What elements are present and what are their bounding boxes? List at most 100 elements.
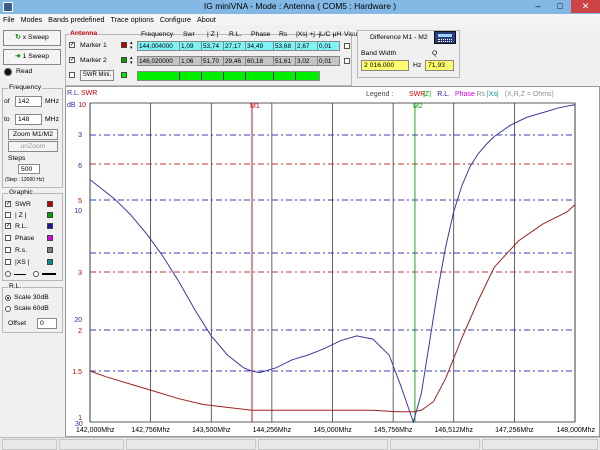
steps-label: Steps <box>8 155 26 162</box>
marker2-spin-icon[interactable]: ▴ ▾ <box>130 56 136 66</box>
swr-mini-checkbox[interactable] <box>69 72 75 78</box>
menu-file[interactable]: File <box>0 14 18 25</box>
title-bar: IG miniVNA - Mode : Antenna ( COM5 : Har… <box>0 0 600 14</box>
close-button[interactable]: ✕ <box>571 0 600 13</box>
marker2-color-swatch[interactable] <box>121 57 127 63</box>
marker1-checkbox[interactable]: ✓ <box>69 42 75 48</box>
rl-checkbox[interactable]: ✓ <box>5 223 11 229</box>
steps-input[interactable]: 500 <box>18 164 40 174</box>
scale-30db-radio[interactable] <box>5 295 11 301</box>
marker1-spin-icon[interactable]: ▴ ▾ <box>130 41 136 51</box>
marker1-values: 144,004000 1,09 53,74 27,17 34,49 53,68 … <box>137 41 340 51</box>
marker2-rl: 29,46 <box>224 57 246 66</box>
header-lc: L/C μH <box>320 31 342 38</box>
menu-trace-options[interactable]: Trace options <box>108 14 157 25</box>
swr-checkbox[interactable]: ✓ <box>5 201 11 207</box>
swr-mini-button[interactable]: SWR Mini. <box>80 70 114 81</box>
swr-tick-label: 20 <box>74 317 82 324</box>
phase-checkbox[interactable] <box>5 235 11 241</box>
xs-label: |XS | <box>15 259 30 266</box>
scale-60db-radio[interactable] <box>5 306 11 312</box>
z-checkbox[interactable] <box>5 212 11 218</box>
step-info: (Step : 12000 Hz) <box>5 177 45 183</box>
status-panel-6 <box>482 439 598 450</box>
marker1-lc: 0,01 <box>319 43 332 50</box>
rl-unit-label: dB <box>67 102 76 109</box>
swr-mini-separator <box>201 72 202 80</box>
q-label: Q <box>432 50 438 57</box>
xs-color-swatch[interactable] <box>47 259 53 265</box>
status-panel-5 <box>390 439 480 450</box>
swr-label: SWR <box>15 201 31 208</box>
swr-mini-separator <box>179 72 180 80</box>
rl-swr-chart: 142,000Mhz 142,756Mhz 143,500Mhz 144,256Mhz… <box>67 90 595 434</box>
x-sweep-button[interactable]: ↻ x Sweep <box>3 30 61 46</box>
line-style-radio-1[interactable] <box>5 271 11 277</box>
maximize-button[interactable]: □ <box>549 0 571 13</box>
marker-label: M2 <box>413 103 423 110</box>
menu-bar: File Modes Bands predefined Trace options Co… <box>0 14 600 25</box>
x-tick-label: 142,000Mhz <box>76 427 115 434</box>
marker2-swr: 1,06 <box>180 57 202 66</box>
stop-frequency-input[interactable]: 148 <box>15 114 42 125</box>
phase-color-swatch[interactable] <box>47 235 53 241</box>
status-panel-4 <box>258 439 388 450</box>
offset-input[interactable]: 0 <box>37 318 57 329</box>
swr-tick-label: 1.5 <box>72 369 82 376</box>
read-indicator-icon <box>4 68 12 76</box>
marker1-visual-checkbox[interactable] <box>344 43 350 49</box>
marker1-label: Marker 1 <box>80 42 107 49</box>
to-label: to <box>4 116 10 123</box>
marker1-frequency: 144,004000 <box>138 42 180 51</box>
of-label: of <box>4 98 10 105</box>
xs-checkbox[interactable] <box>5 259 11 265</box>
x-tick-label: 146,512Mhz <box>434 427 473 434</box>
calculator-icon[interactable] <box>434 31 456 44</box>
rl-axis-label: R.L. <box>67 90 80 97</box>
header-phase: Phase <box>251 31 271 38</box>
difference-title: Difference M1 - M2 <box>370 34 428 41</box>
unzoom-button[interactable]: unZoom <box>8 141 58 152</box>
one-sweep-button[interactable]: ➜ 1 Sweep <box>3 49 61 65</box>
menu-bands-predefined[interactable]: Bands predefined <box>45 14 107 25</box>
line-style-radio-2[interactable] <box>33 271 39 277</box>
thick-line-icon <box>42 273 56 275</box>
x-tick-label: 144,256Mhz <box>253 427 292 434</box>
bandwidth-unit: Hz <box>413 62 422 69</box>
plot-area[interactable]: 142,000Mhz 142,756Mhz 143,500Mhz 144,256Mhz… <box>65 86 600 437</box>
phase-label: Phase <box>15 235 35 242</box>
marker-label: M1 <box>250 103 260 110</box>
z-color-swatch[interactable] <box>47 212 53 218</box>
menu-modes[interactable]: Modes <box>18 14 46 25</box>
zoom-m1-m2-button[interactable]: Zoom M1/M2 <box>8 129 58 140</box>
minimize-button[interactable]: – <box>527 0 549 13</box>
graphic-group-title: Graphic <box>8 189 34 196</box>
marker2-rs: 51,61 <box>274 57 296 66</box>
legend-item: (X,R,Z = Ohms) <box>505 91 554 98</box>
status-panel-3 <box>126 439 256 450</box>
menu-configure[interactable]: Configure <box>157 14 194 25</box>
marker1-color-swatch[interactable] <box>121 42 127 48</box>
menu-about[interactable]: About <box>194 14 219 25</box>
rs-color-swatch[interactable] <box>47 247 53 253</box>
x-sweep-label: x Sweep <box>22 34 49 41</box>
window-title: IG miniVNA - Mode : Antenna ( COM5 : Har… <box>203 1 397 11</box>
swr-mini-color-swatch[interactable] <box>121 72 127 78</box>
legend-item: |Xs| <box>487 91 499 98</box>
q-value: 71,93 <box>425 60 454 71</box>
arrow-icon: ➜ <box>14 53 21 60</box>
rl-color-swatch[interactable] <box>47 223 53 229</box>
bandwidth-value: 2 016.000 <box>361 60 409 71</box>
marker2-checkbox[interactable]: ✓ <box>69 57 75 63</box>
marker2-values: 146,020000 1,06 51,70 29,46 60,18 51,61 … <box>137 56 340 66</box>
start-frequency-input[interactable]: 142 <box>15 96 42 107</box>
antenna-group-title: Antenna <box>69 30 99 37</box>
solid-line-icon <box>14 274 26 275</box>
swr-color-swatch[interactable] <box>47 201 53 207</box>
rs-checkbox[interactable] <box>5 247 11 253</box>
marker2-visual-checkbox[interactable] <box>344 58 350 64</box>
swr-tick-label: 6 <box>78 163 82 170</box>
rl-tick-label: 10 <box>78 102 86 109</box>
rs-label: R.s. <box>15 247 28 254</box>
swr-tick-label: 5 <box>78 198 82 205</box>
